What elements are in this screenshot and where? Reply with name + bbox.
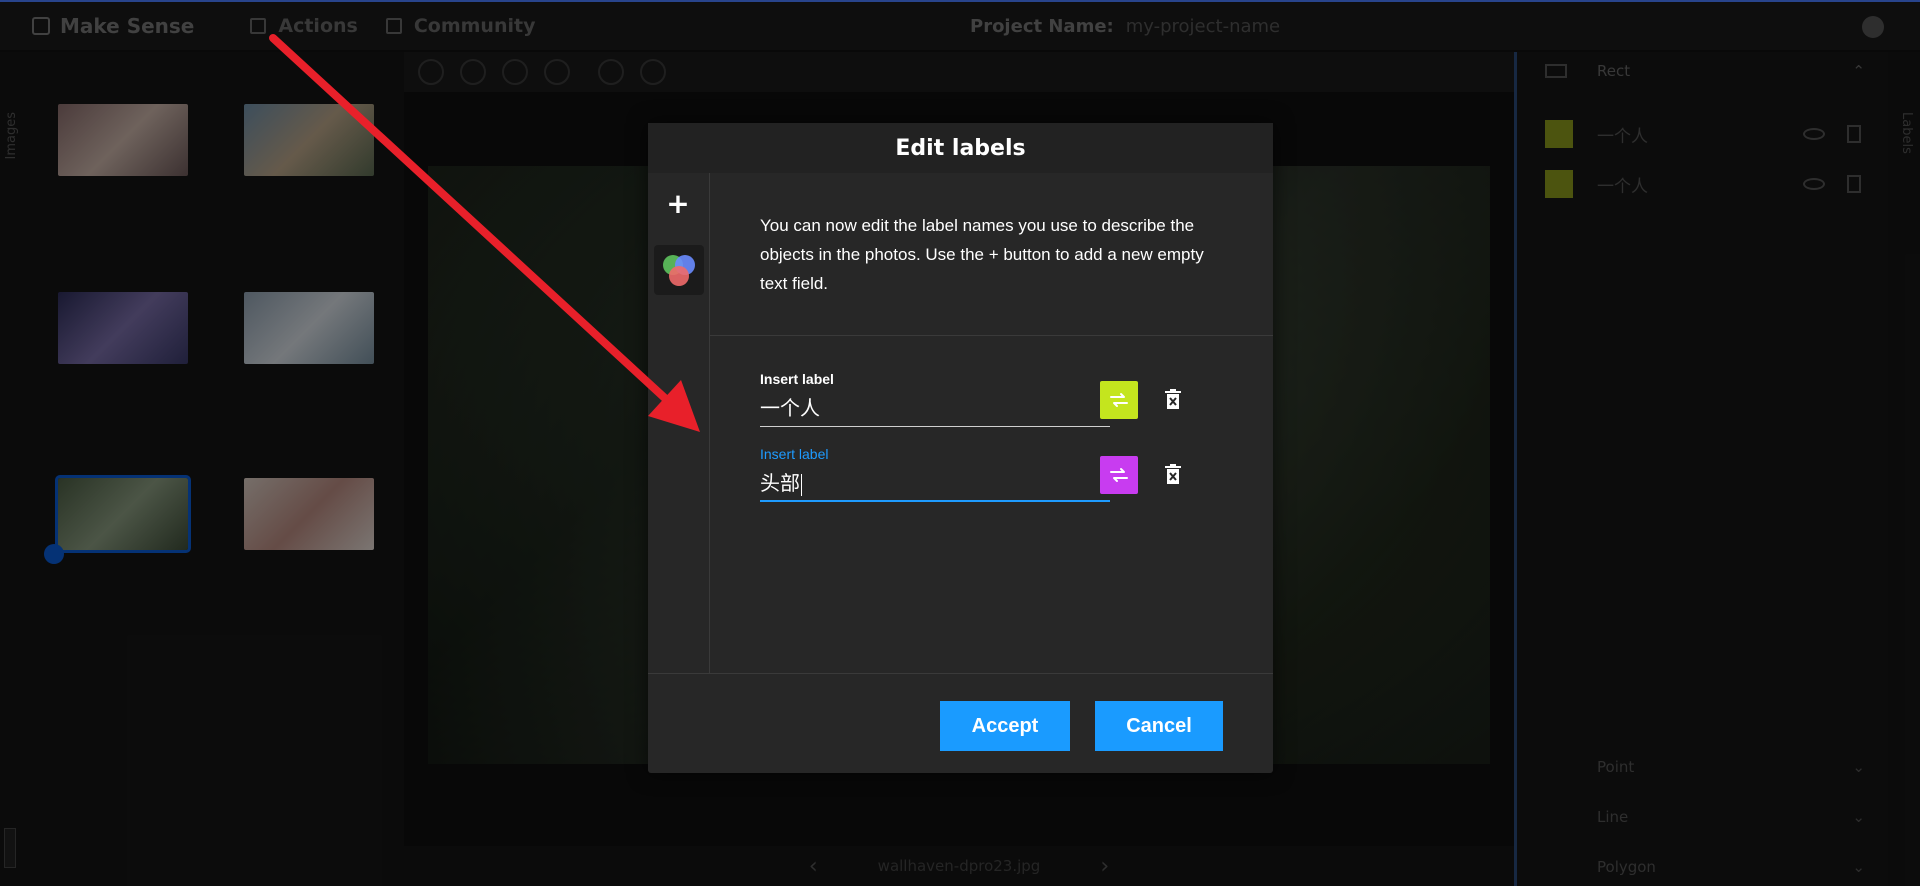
delete-label-button[interactable] <box>1162 387 1184 413</box>
trash-icon <box>1165 464 1181 484</box>
delete-label-button[interactable] <box>1162 462 1184 488</box>
app-root: Make Sense Actions Community Project Nam… <box>0 0 1920 886</box>
dialog-content: You can now edit the label names you use… <box>710 173 1273 673</box>
cancel-button[interactable]: Cancel <box>1095 701 1223 751</box>
accept-button[interactable]: Accept <box>940 701 1070 751</box>
change-color-button[interactable] <box>1100 456 1138 494</box>
label-field-caption: Insert label <box>760 446 829 462</box>
color-cycle-icon <box>1110 468 1128 482</box>
color-cycle-icon <box>1110 393 1128 407</box>
label-text-value: 头部 <box>760 471 800 495</box>
change-color-button[interactable] <box>1100 381 1138 419</box>
dialog-body: + You can now edit the label names you u… <box>648 173 1273 673</box>
dialog-description: You can now edit the label names you use… <box>760 216 1204 293</box>
label-text-input[interactable]: 一个人 <box>760 393 1110 427</box>
color-palette-button[interactable] <box>654 245 704 295</box>
edit-labels-dialog: Edit labels + You can now edit the label… <box>648 123 1273 773</box>
label-field: Insert label 一个人 <box>760 371 1110 427</box>
dialog-footer: Accept Cancel <box>648 673 1273 773</box>
content-divider <box>710 335 1273 336</box>
color-circle-icon <box>669 266 689 286</box>
add-label-button[interactable]: + <box>665 190 691 218</box>
label-field: Insert label 头部 <box>760 446 1110 502</box>
trash-icon <box>1165 389 1181 409</box>
dialog-sidebar: + <box>648 173 710 673</box>
label-text-input-focused[interactable]: 头部 <box>760 468 1110 502</box>
text-caret <box>801 473 802 496</box>
label-field-caption: Insert label <box>760 371 834 387</box>
dialog-title: Edit labels <box>648 123 1273 173</box>
